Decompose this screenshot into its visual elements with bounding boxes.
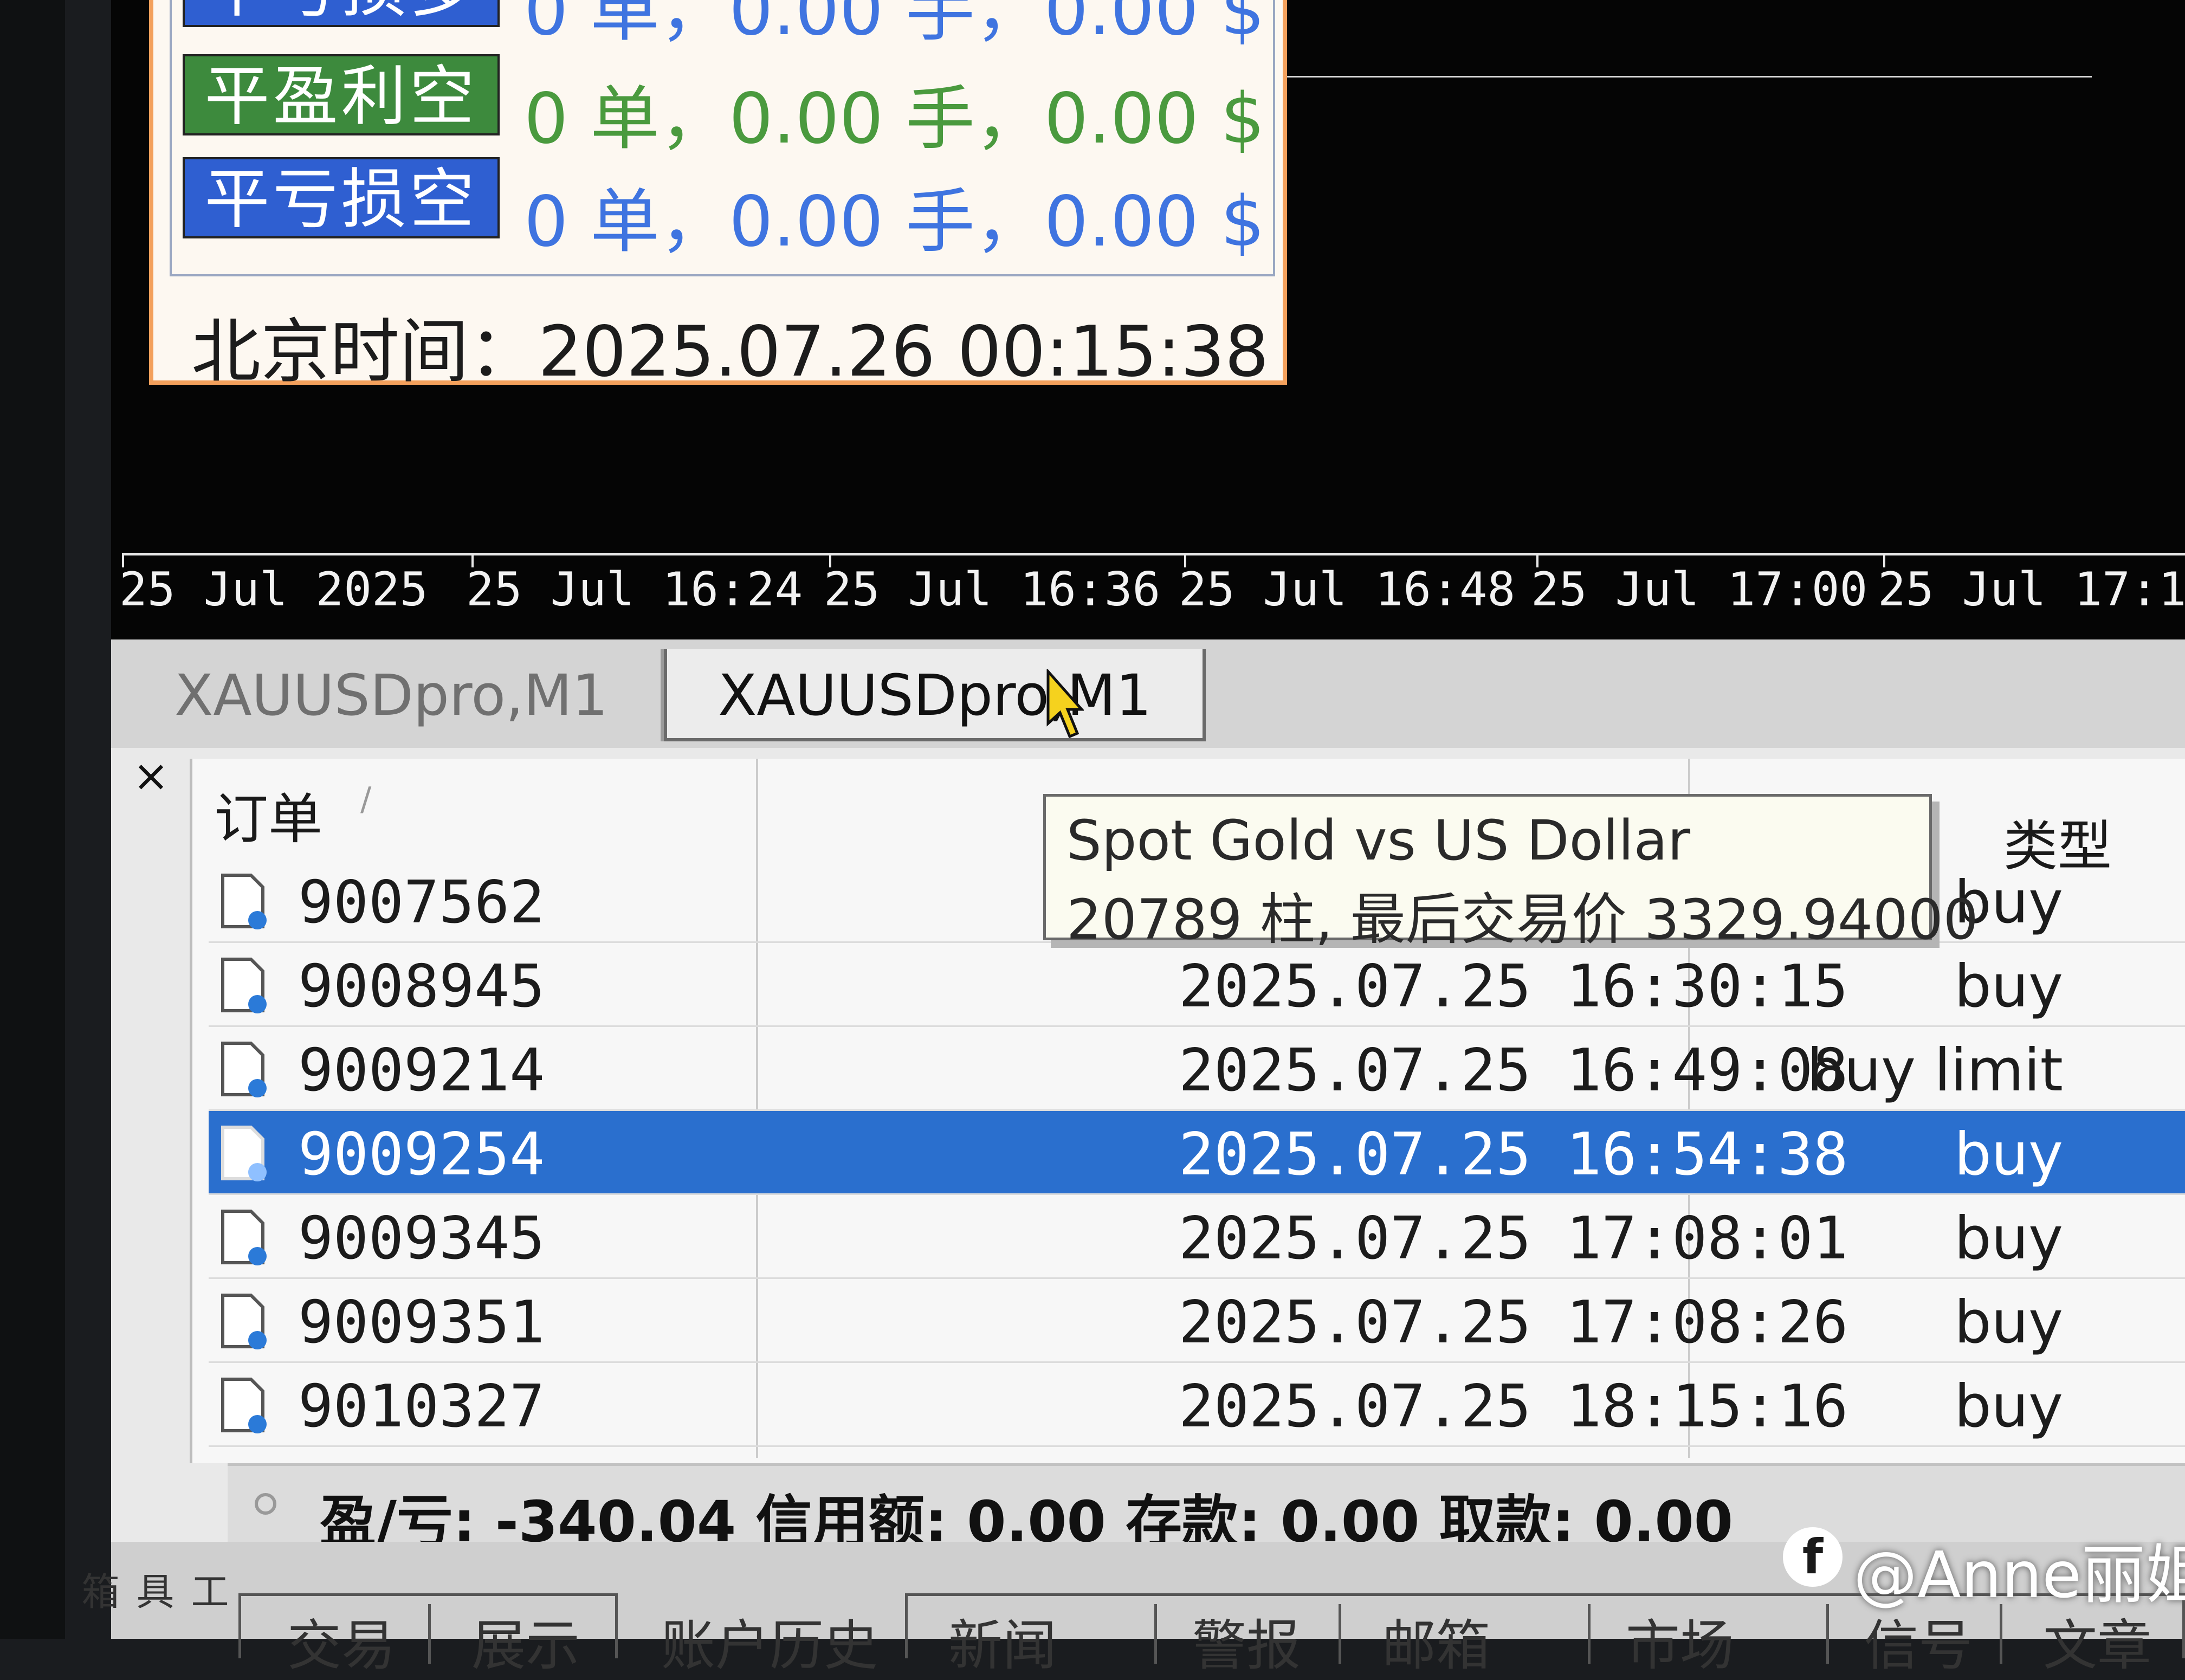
time-axis-label: 25 Jul 17:00	[1531, 563, 1868, 617]
order-type: buy limit	[1807, 1037, 2063, 1104]
close-losing-short-button[interactable]: 平亏损空	[183, 157, 500, 238]
order-document-icon	[221, 874, 267, 929]
order-time: 2025.07.25 18:15:16	[1179, 1373, 1848, 1440]
close-losing-short-value: 0 单，0.00 手，0.00 $	[524, 182, 1265, 262]
beijing-time: 北京时间：2025.07.26 00:15:38	[191, 312, 1269, 392]
tab-mailbox[interactable]: 邮箱	[1382, 1601, 1490, 1680]
mouse-cursor-icon	[1046, 669, 1084, 739]
column-header-order[interactable]: 订单	[214, 775, 322, 854]
order-document-icon	[221, 1378, 267, 1433]
tab-account-history[interactable]: 账户历史	[661, 1601, 878, 1680]
chart-tab-bar: XAUUSDpro,M1 XAUUSDpro,M1	[111, 639, 2185, 748]
time-axis-label: 25 Jul 17:12	[1878, 563, 2185, 617]
tab-separator	[1154, 1604, 1157, 1664]
time-axis-label: 25 Jul 16:48	[1179, 563, 1516, 617]
table-row[interactable]: 9009351 2025.07.25 17:08:26 buy	[209, 1279, 2185, 1363]
close-profit-short-button[interactable]: 平盈利空	[183, 54, 500, 135]
tab-separator	[1826, 1604, 1829, 1664]
order-type: buy	[1954, 953, 2063, 1020]
order-document-icon	[221, 958, 267, 1013]
order-id: 9009351	[298, 1289, 545, 1356]
close-profit-short-value: 0 单，0.00 手，0.00 $	[524, 79, 1265, 159]
trade-panel: 平亏损多 0 单，0.00 手，0.00 $ 平盈利空 0 单，0.00 手，0…	[149, 0, 1287, 392]
close-losing-long-button[interactable]: 平亏损多	[183, 0, 500, 27]
tab-separator	[1339, 1604, 1341, 1664]
chart-tab-1[interactable]: XAUUSDpro,M1	[122, 649, 664, 741]
order-time: 2025.07.25 17:08:01	[1179, 1205, 1848, 1272]
trade-panel-inner: 平亏损多 0 单，0.00 手，0.00 $ 平盈利空 0 单，0.00 手，0…	[170, 0, 1275, 276]
table-row[interactable]: 9010327 2025.07.25 18:15:16 buy	[209, 1363, 2185, 1447]
table-row-selected[interactable]: 9009254 2025.07.25 16:54:38 buy	[209, 1111, 2185, 1195]
time-axis-label: 25 Jul 16:36	[824, 563, 1161, 617]
order-document-icon	[221, 1042, 267, 1097]
order-id: 9009214	[298, 1037, 545, 1104]
table-row[interactable]: 9009214 2025.07.25 16:49:08 buy limit	[209, 1027, 2185, 1111]
tab-separator	[1588, 1604, 1591, 1664]
order-time: 2025.07.25 17:08:26	[1179, 1289, 1848, 1356]
order-time: 2025.07.25 16:49:08	[1179, 1037, 1848, 1104]
order-id: 9010327	[298, 1373, 545, 1440]
order-type: buy	[1954, 1205, 2063, 1272]
status-indicator-icon	[255, 1493, 276, 1515]
order-type: buy	[1954, 1289, 2063, 1356]
order-type: buy	[1954, 1121, 2063, 1188]
order-id: 9007562	[298, 869, 545, 936]
close-icon[interactable]: ×	[133, 751, 169, 801]
sort-indicator: /	[360, 780, 372, 818]
tab-news[interactable]: 新闻	[948, 1601, 1057, 1680]
time-axis-label: 25 Jul 2025	[119, 563, 428, 617]
order-document-icon	[221, 1210, 267, 1265]
tooltip-bars-last-price: 20789 柱, 最后交易价 3329.94000	[1066, 888, 1979, 952]
toolbox-side-label: 工具箱	[75, 1572, 229, 1610]
order-time: 2025.07.25 16:54:38	[1179, 1121, 1848, 1188]
tab-market[interactable]: 市场	[1626, 1601, 1734, 1680]
symbol-tooltip: Spot Gold vs US Dollar 20789 柱, 最后交易价 33…	[1043, 794, 1979, 952]
watermark-text: @Anne丽姐	[1853, 1537, 2185, 1612]
order-id: 9008945	[298, 953, 545, 1020]
table-row[interactable]: 9009345 2025.07.25 17:08:01 buy	[209, 1195, 2185, 1279]
tab-separator	[428, 1604, 431, 1664]
time-axis-label: 25 Jul 16:24	[466, 563, 803, 617]
monitor-bezel	[0, 0, 65, 1639]
chart-tab-2[interactable]: XAUUSDpro,M1	[664, 649, 1206, 741]
social-logo-icon: f	[1783, 1527, 1843, 1587]
order-document-icon	[221, 1294, 267, 1349]
table-row[interactable]: 9008945 2025.07.25 16:30:15 buy	[209, 943, 2185, 1027]
time-axis	[122, 553, 2185, 555]
tab-alerts[interactable]: 警报	[1192, 1601, 1301, 1680]
close-losing-long-value: 0 单，0.00 手，0.00 $	[524, 0, 1265, 51]
tab-trade[interactable]: 交易	[287, 1601, 396, 1680]
order-type: buy	[1954, 1373, 2063, 1440]
order-document-icon	[221, 1126, 267, 1181]
tooltip-symbol-name: Spot Gold vs US Dollar	[1066, 809, 1691, 873]
order-id: 9009254	[298, 1121, 545, 1188]
tab-exposure[interactable]: 展示	[471, 1601, 580, 1680]
order-id: 9009345	[298, 1205, 545, 1272]
order-time: 2025.07.25 16:30:15	[1179, 953, 1848, 1020]
